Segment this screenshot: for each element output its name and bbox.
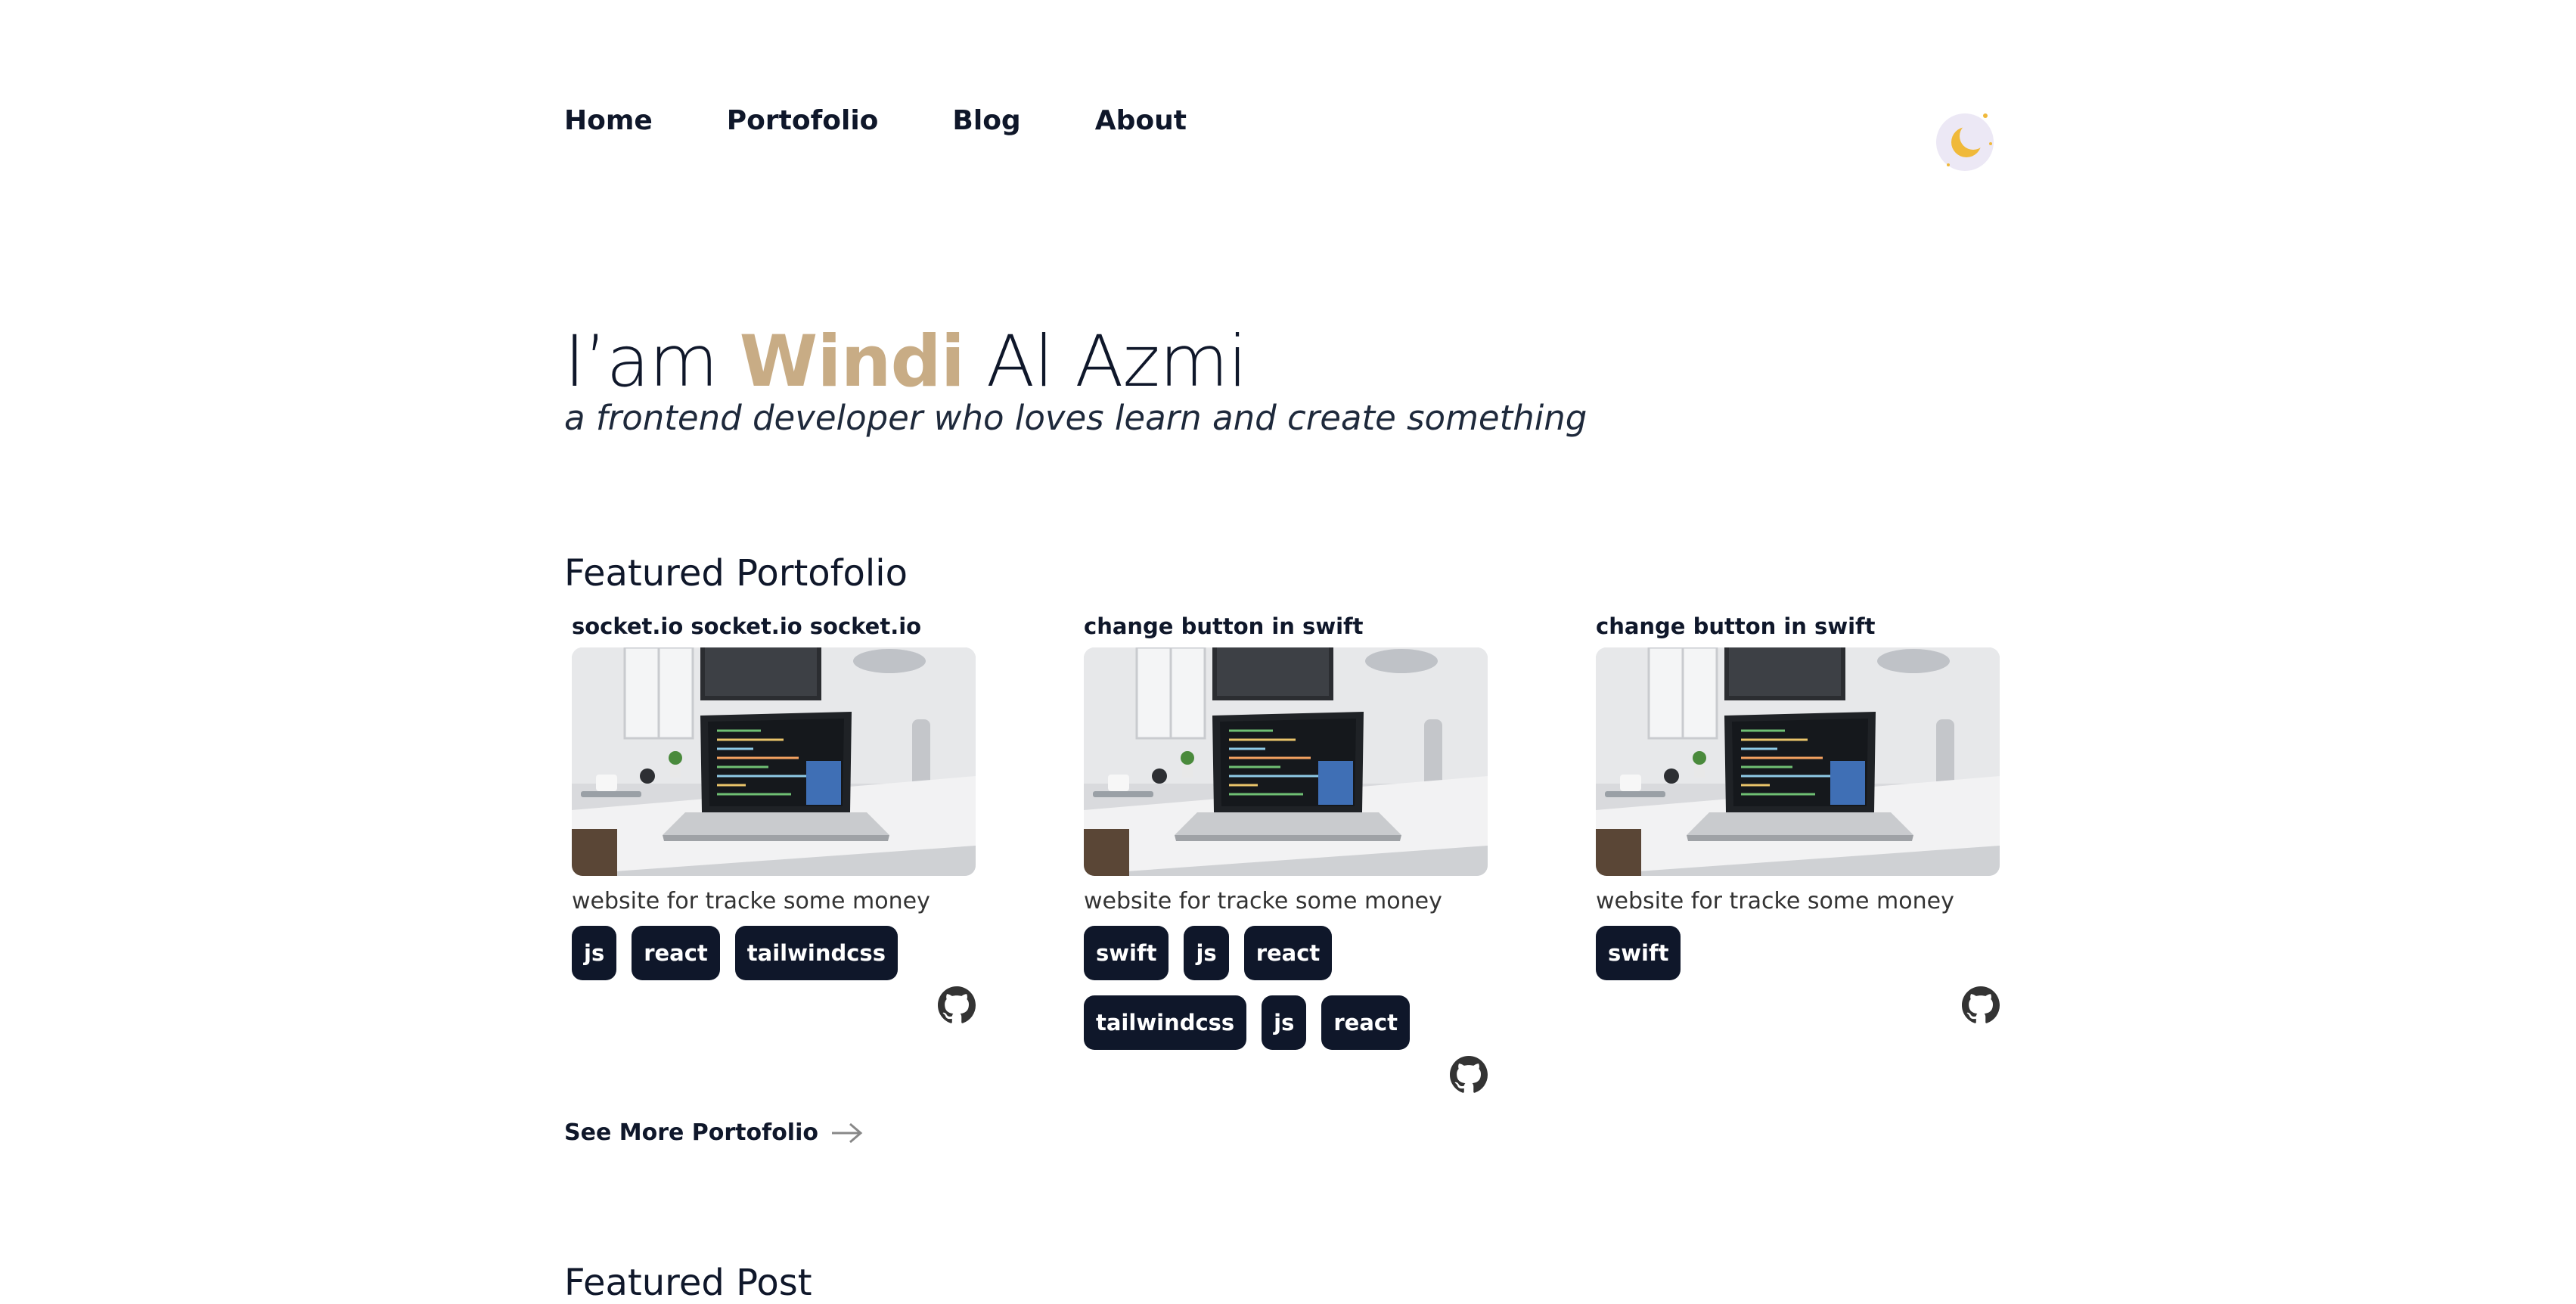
card-description: website for tracke some money [1084, 888, 1442, 914]
card-image[interactable] [1596, 647, 2000, 876]
tag[interactable]: js [1262, 995, 1307, 1050]
card-description: website for tracke some money [572, 888, 930, 914]
hero-title: I’am Windi Al Azmi [564, 321, 1248, 404]
tag[interactable]: js [572, 926, 617, 980]
hero-name-highlight: Windi [739, 321, 965, 403]
theme-toggle-button[interactable] [1936, 113, 1994, 171]
github-icon[interactable] [1962, 986, 2000, 1024]
card-title[interactable]: socket.io socket.io socket.io [572, 613, 976, 640]
featured-post-title: Featured Post [564, 1262, 812, 1304]
see-more-portfolio-link[interactable]: See More Portofolio [564, 1119, 864, 1146]
tag[interactable]: react [632, 926, 720, 980]
tag[interactable]: tailwindcss [734, 926, 898, 980]
card-image[interactable] [572, 647, 976, 876]
main-nav: Home Portofolio Blog About [564, 104, 1187, 138]
tag-list: js react tailwindcss [572, 926, 976, 980]
card-title[interactable]: change button in swift [1084, 613, 1488, 640]
tag[interactable]: js [1184, 926, 1229, 980]
github-icon[interactable] [938, 986, 976, 1024]
tag[interactable]: react [1243, 926, 1333, 980]
portfolio-card-3[interactable]: change button in swift website for track… [1596, 613, 2000, 1024]
arrow-right-icon [831, 1122, 863, 1143]
card-description: website for tracke some money [1596, 888, 1954, 914]
tag[interactable]: swift [1596, 926, 1681, 980]
nav-blog[interactable]: Blog [952, 104, 1020, 138]
tag-list: swift js react tailwindcss js react [1084, 926, 1488, 1050]
hero-suffix: Al Azmi [985, 321, 1248, 403]
tag-list: swift [1596, 926, 2000, 980]
nav-about[interactable]: About [1095, 104, 1187, 138]
tag[interactable]: tailwindcss [1084, 995, 1247, 1050]
portfolio-card-1[interactable]: socket.io socket.io socket.io website fo… [572, 613, 976, 1024]
tag[interactable]: swift [1084, 926, 1169, 980]
tag[interactable]: react [1321, 995, 1410, 1050]
nav-portofolio[interactable]: Portofolio [727, 104, 879, 138]
github-icon[interactable] [1450, 1056, 1488, 1094]
featured-portfolio-title: Featured Portofolio [564, 552, 908, 595]
hero-subtitle: a frontend developer who loves learn and… [564, 398, 1587, 438]
hero-prefix: I’am [564, 321, 718, 403]
see-more-label: See More Portofolio [564, 1119, 818, 1146]
nav-home[interactable]: Home [564, 104, 653, 138]
portfolio-card-2[interactable]: change button in swift website for track… [1084, 613, 1488, 1094]
card-title[interactable]: change button in swift [1596, 613, 2000, 640]
card-image[interactable] [1084, 647, 1488, 876]
